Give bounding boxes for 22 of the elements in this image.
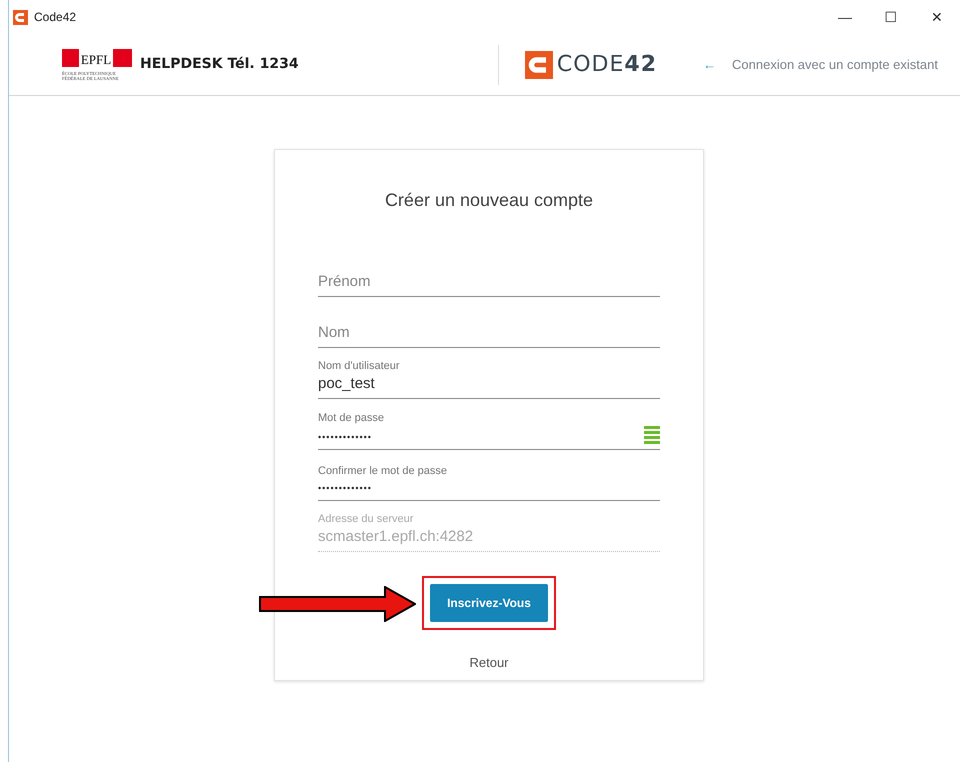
app-logo-icon (13, 10, 28, 24)
field-label: Confirmer le mot de passe (318, 465, 448, 479)
field-label: Mot de passe (318, 412, 386, 426)
brand-name: CODE42 (556, 51, 658, 79)
text-field[interactable]: poc_test (318, 373, 660, 399)
window-title: Code42 (34, 9, 76, 26)
text-field[interactable]: Prénom (318, 271, 660, 297)
minimize-button[interactable]: — (822, 6, 868, 28)
password-field[interactable]: ••••••••••••• (318, 478, 660, 501)
signup-button[interactable]: Inscrivez-Vous (430, 584, 548, 622)
helpdesk-phone: HELPDESK Tél. 1234 (140, 55, 299, 74)
close-button[interactable]: ✕ (914, 6, 960, 28)
back-link[interactable]: Connexion avec un compte existant (732, 54, 938, 74)
field-label: Adresse du serveur (318, 512, 414, 526)
code42-logo-icon (524, 50, 553, 78)
text-field[interactable]: Nom (318, 322, 660, 348)
back-arrow-icon: ← (703, 54, 716, 74)
form-title: Créer un nouveau compte (384, 190, 594, 212)
maximize-button[interactable]: ☐ (868, 6, 914, 28)
password-field[interactable]: ••••••••••••• (318, 426, 644, 449)
field-label: Nom d'utilisateur (318, 360, 401, 374)
back-button[interactable]: Retour (463, 652, 515, 674)
